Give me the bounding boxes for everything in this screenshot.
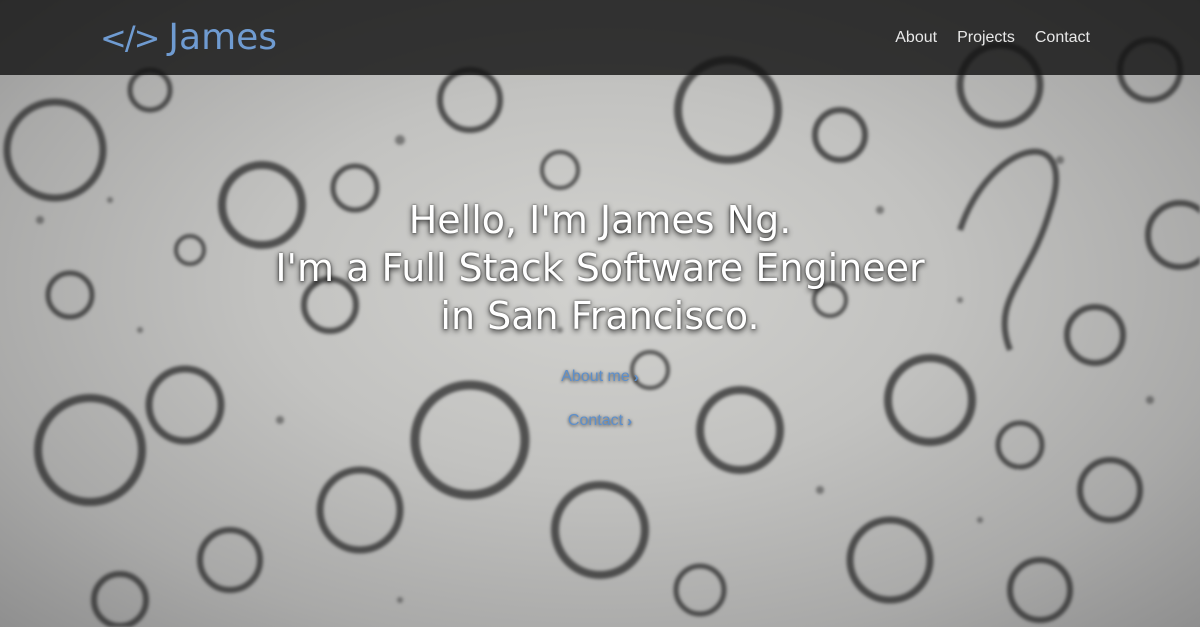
nav-link-about[interactable]: About [895, 29, 937, 47]
headline-line-greeting: Hello, I'm James Ng. [408, 198, 792, 242]
nav-link-projects[interactable]: Projects [957, 29, 1015, 47]
about-me-link[interactable]: About me › [561, 368, 638, 386]
hero-content: Hello, I'm James Ng. I'm a Full Stack So… [0, 196, 1200, 430]
headline-line-role: I'm a Full Stack Software Engineer [275, 246, 925, 290]
contact-link[interactable]: Contact › [568, 412, 632, 430]
chevron-right-icon: › [633, 368, 639, 386]
contact-label: Contact [567, 412, 624, 429]
navbar: </> James About Projects Contact [0, 0, 1200, 75]
brand-name: James [168, 17, 278, 58]
cta-links: About me › Contact › [0, 368, 1200, 430]
code-icon: </> [100, 18, 160, 57]
about-me-label: About me [561, 368, 630, 385]
nav-link-contact[interactable]: Contact [1035, 29, 1090, 47]
chevron-right-icon: › [627, 412, 633, 430]
nav-links: About Projects Contact [895, 29, 1090, 47]
hero-headline: Hello, I'm James Ng. I'm a Full Stack So… [0, 196, 1200, 340]
brand-link[interactable]: </> James [100, 17, 277, 58]
headline-line-location: in San Francisco. [440, 294, 760, 338]
